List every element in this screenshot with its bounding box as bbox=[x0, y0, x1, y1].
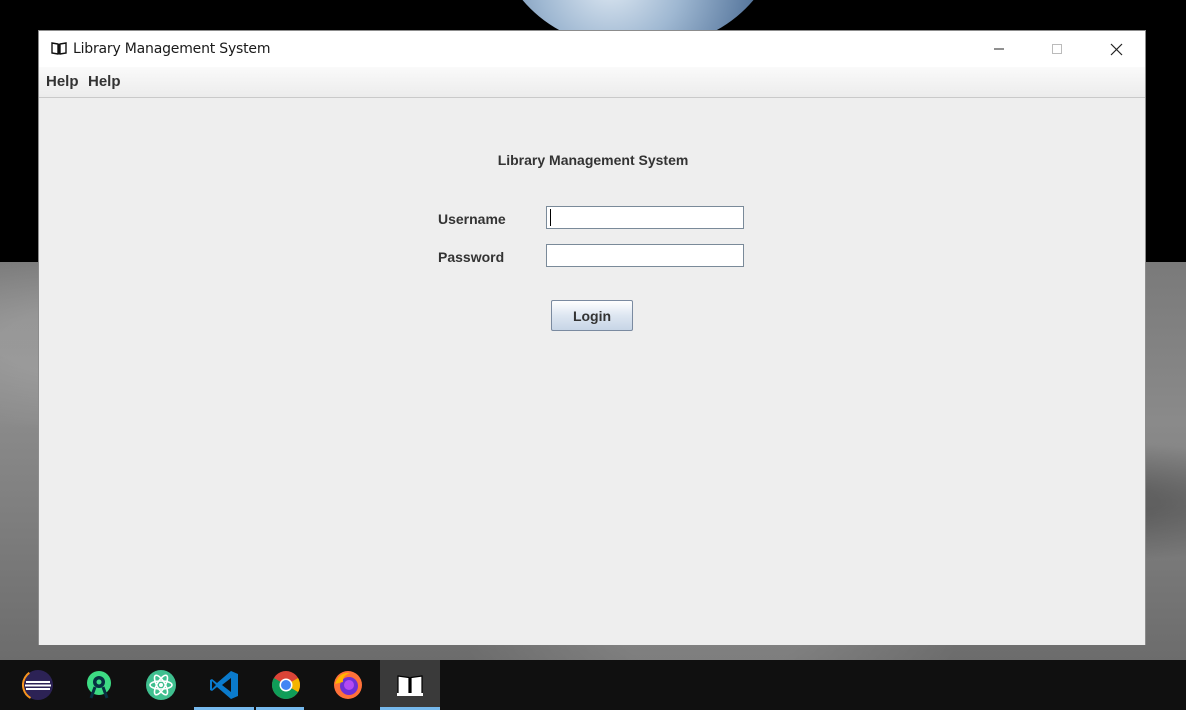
maximize-button[interactable] bbox=[1034, 31, 1080, 67]
android-studio-icon bbox=[87, 671, 111, 699]
taskbar-app-android-studio[interactable] bbox=[69, 660, 129, 710]
taskbar-app-library-management[interactable] bbox=[380, 660, 440, 710]
close-button[interactable] bbox=[1093, 31, 1139, 67]
vscode-icon bbox=[210, 671, 238, 699]
atom-icon bbox=[146, 670, 176, 700]
close-icon bbox=[1110, 43, 1122, 55]
menu-help-1[interactable]: Help bbox=[46, 73, 79, 90]
eclipse-icon bbox=[22, 669, 54, 701]
library-app-icon bbox=[397, 675, 423, 696]
minimize-button[interactable] bbox=[976, 31, 1022, 67]
menu-help-2[interactable]: Help bbox=[88, 73, 121, 90]
window-title: Library Management System bbox=[73, 41, 271, 57]
maximize-icon bbox=[1052, 44, 1062, 54]
taskbar-app-firefox[interactable] bbox=[318, 660, 378, 710]
taskbar-app-vscode[interactable] bbox=[194, 660, 254, 710]
username-field[interactable] bbox=[546, 206, 744, 229]
title-bar[interactable]: Library Management System bbox=[39, 31, 1145, 67]
open-book-icon bbox=[51, 42, 67, 55]
login-panel: Library Management System Username Passw… bbox=[39, 98, 1145, 645]
taskbar-app-chrome[interactable] bbox=[256, 660, 316, 710]
menu-bar: Help Help bbox=[39, 67, 1145, 98]
app-window: Library Management System Help Help Libr… bbox=[38, 30, 1146, 645]
form-heading: Library Management System bbox=[497, 152, 689, 168]
username-label: Username bbox=[438, 211, 506, 227]
text-caret bbox=[550, 209, 551, 226]
firefox-icon bbox=[334, 671, 362, 699]
login-button[interactable]: Login bbox=[551, 300, 633, 331]
minimize-icon bbox=[994, 48, 1004, 50]
chrome-icon bbox=[272, 671, 300, 699]
taskbar-app-eclipse[interactable] bbox=[8, 660, 68, 710]
taskbar-app-atom[interactable] bbox=[131, 660, 191, 710]
taskbar bbox=[0, 660, 1186, 710]
password-label: Password bbox=[438, 249, 505, 265]
password-field[interactable] bbox=[546, 244, 744, 267]
